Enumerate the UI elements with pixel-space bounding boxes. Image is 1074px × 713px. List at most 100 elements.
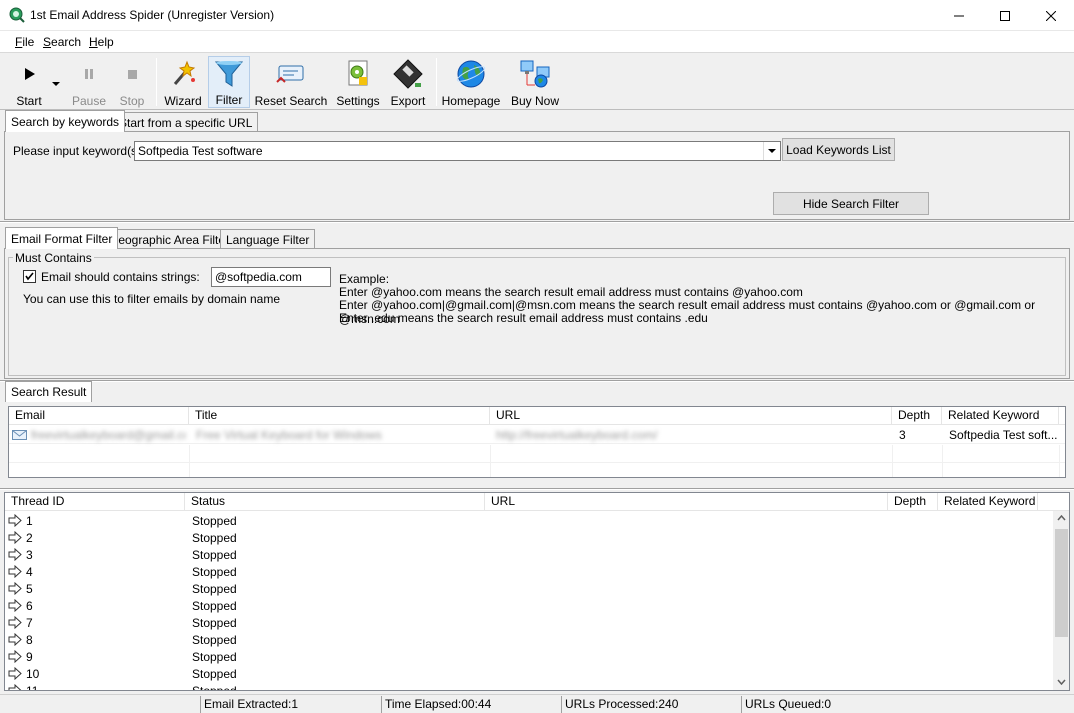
- scroll-up-icon[interactable]: [1057, 515, 1066, 521]
- thread-id: 11: [26, 684, 39, 691]
- thread-id: 9: [26, 650, 33, 664]
- column-url[interactable]: URL: [490, 407, 892, 425]
- arrow-right-icon: [8, 514, 22, 527]
- table-row[interactable]: 9 Stopped: [5, 648, 1053, 665]
- status-urls-processed: URLs Processed:240: [561, 696, 741, 713]
- arrow-right-icon: [8, 633, 22, 646]
- maximize-button[interactable]: [982, 0, 1028, 31]
- menu-file[interactable]: File: [15, 35, 34, 49]
- settings-button[interactable]: Settings: [336, 56, 380, 108]
- section-divider: [0, 380, 1074, 382]
- email-contains-checkbox[interactable]: [23, 270, 36, 283]
- tab-search-by-keywords[interactable]: Search by keywords: [5, 110, 126, 132]
- thread-status: Stopped: [192, 667, 237, 681]
- column-email[interactable]: Email: [9, 407, 189, 425]
- menu-help[interactable]: Help: [89, 35, 114, 49]
- thread-status: Stopped: [192, 684, 237, 691]
- email-format-filter-panel: Must Contains Email should contains stri…: [4, 248, 1070, 379]
- thread-id: 2: [26, 531, 33, 545]
- tab-email-format-filter[interactable]: Email Format Filter: [5, 227, 119, 249]
- thread-status: Stopped: [192, 565, 237, 579]
- minimize-button[interactable]: [936, 0, 982, 31]
- keywords-label: Please input keyword(s):: [13, 144, 145, 158]
- filter-button[interactable]: Filter: [208, 56, 250, 108]
- reset-search-icon: [276, 65, 304, 83]
- stop-button[interactable]: Stop: [114, 56, 150, 108]
- thread-list-scrollbar[interactable]: [1053, 511, 1069, 690]
- result-keyword: Softpedia Test soft...: [949, 428, 1058, 442]
- envelope-icon: [12, 430, 27, 440]
- tab-start-from-url[interactable]: Start from a specific URL: [113, 112, 259, 132]
- column-status[interactable]: Status: [185, 493, 485, 511]
- table-row[interactable]: 4 Stopped: [5, 563, 1053, 580]
- thread-status: Stopped: [192, 633, 237, 647]
- start-button[interactable]: Start: [10, 56, 48, 108]
- menu-search[interactable]: Search: [43, 35, 81, 49]
- column-related-keyword[interactable]: Related Keyword: [942, 407, 1059, 425]
- title-bar: 1st Email Address Spider (Unregister Ver…: [0, 0, 1074, 31]
- menu-bar: File Search Help: [0, 31, 1074, 53]
- globe-icon: [456, 60, 486, 88]
- column-depth[interactable]: Depth: [888, 493, 938, 511]
- buy-now-button[interactable]: Buy Now: [508, 56, 562, 108]
- column-related-keyword[interactable]: Related Keyword: [938, 493, 1038, 511]
- section-divider: [0, 488, 1074, 490]
- column-title[interactable]: Title: [189, 407, 490, 425]
- keywords-combobox[interactable]: Softpedia Test software: [134, 141, 781, 161]
- start-dropdown-button[interactable]: [51, 76, 61, 90]
- table-row[interactable]: 11 Stopped: [5, 682, 1053, 691]
- thread-list[interactable]: Thread ID Status URL Depth Related Keywo…: [4, 492, 1070, 691]
- column-thread-id[interactable]: Thread ID: [5, 493, 185, 511]
- table-row[interactable]: 8 Stopped: [5, 631, 1053, 648]
- chevron-down-icon: [768, 148, 776, 153]
- status-time-elapsed: Time Elapsed:00:44: [381, 696, 561, 713]
- thread-id: 10: [26, 667, 40, 681]
- wizard-button[interactable]: Wizard: [162, 56, 204, 108]
- pause-icon: [85, 69, 93, 79]
- table-row[interactable]: freevirtualkeyboard@gmail.com Free Virtu…: [9, 426, 1065, 444]
- export-button[interactable]: Export: [386, 56, 430, 108]
- minimize-icon: [954, 15, 964, 16]
- tab-search-result[interactable]: Search Result: [5, 381, 93, 402]
- homepage-button[interactable]: Homepage: [442, 56, 500, 108]
- thread-status: Stopped: [192, 531, 237, 545]
- toolbar-separator: [436, 58, 437, 106]
- load-keywords-list-button[interactable]: Load Keywords List: [782, 138, 895, 161]
- tab-geographic-area-filter[interactable]: Geographic Area Filter: [103, 229, 236, 249]
- email-contains-label: Email should contains strings:: [41, 270, 200, 284]
- reset-search-button[interactable]: Reset Search: [254, 56, 328, 108]
- column-url[interactable]: URL: [485, 493, 888, 511]
- thread-status: Stopped: [192, 599, 237, 613]
- close-button[interactable]: [1028, 0, 1074, 31]
- thread-status: Stopped: [192, 548, 237, 562]
- keywords-dropdown-button[interactable]: [763, 142, 780, 160]
- table-row[interactable]: 5 Stopped: [5, 580, 1053, 597]
- settings-icon: [348, 60, 368, 86]
- table-row[interactable]: 1 Stopped: [5, 512, 1053, 529]
- keywords-value: Softpedia Test software: [138, 144, 263, 158]
- arrow-right-icon: [8, 565, 22, 578]
- result-depth: 3: [899, 428, 906, 442]
- hide-search-filter-button[interactable]: Hide Search Filter: [773, 192, 929, 215]
- tab-language-filter[interactable]: Language Filter: [220, 229, 316, 249]
- table-row[interactable]: 3 Stopped: [5, 546, 1053, 563]
- filter-tabs: Email Format Filter Geographic Area Filt…: [4, 227, 1070, 249]
- table-row[interactable]: 6 Stopped: [5, 597, 1053, 614]
- thread-id: 3: [26, 548, 33, 562]
- search-result-list[interactable]: Email Title URL Depth Related Keyword fr…: [8, 406, 1066, 478]
- arrow-right-icon: [8, 582, 22, 595]
- email-contains-input[interactable]: @softpedia.com: [211, 267, 331, 287]
- pause-button[interactable]: Pause: [68, 56, 110, 108]
- stop-icon: [128, 70, 137, 79]
- table-row[interactable]: 7 Stopped: [5, 614, 1053, 631]
- column-depth[interactable]: Depth: [892, 407, 942, 425]
- table-row[interactable]: 2 Stopped: [5, 529, 1053, 546]
- thread-status: Stopped: [192, 514, 237, 528]
- window-title: 1st Email Address Spider (Unregister Ver…: [30, 8, 275, 22]
- status-email-extracted: Email Extracted:1: [200, 696, 381, 713]
- thread-id: 7: [26, 616, 33, 630]
- table-row[interactable]: 10 Stopped: [5, 665, 1053, 682]
- thread-status: Stopped: [192, 650, 237, 664]
- scroll-down-icon[interactable]: [1057, 679, 1066, 685]
- scrollbar-thumb[interactable]: [1055, 529, 1068, 637]
